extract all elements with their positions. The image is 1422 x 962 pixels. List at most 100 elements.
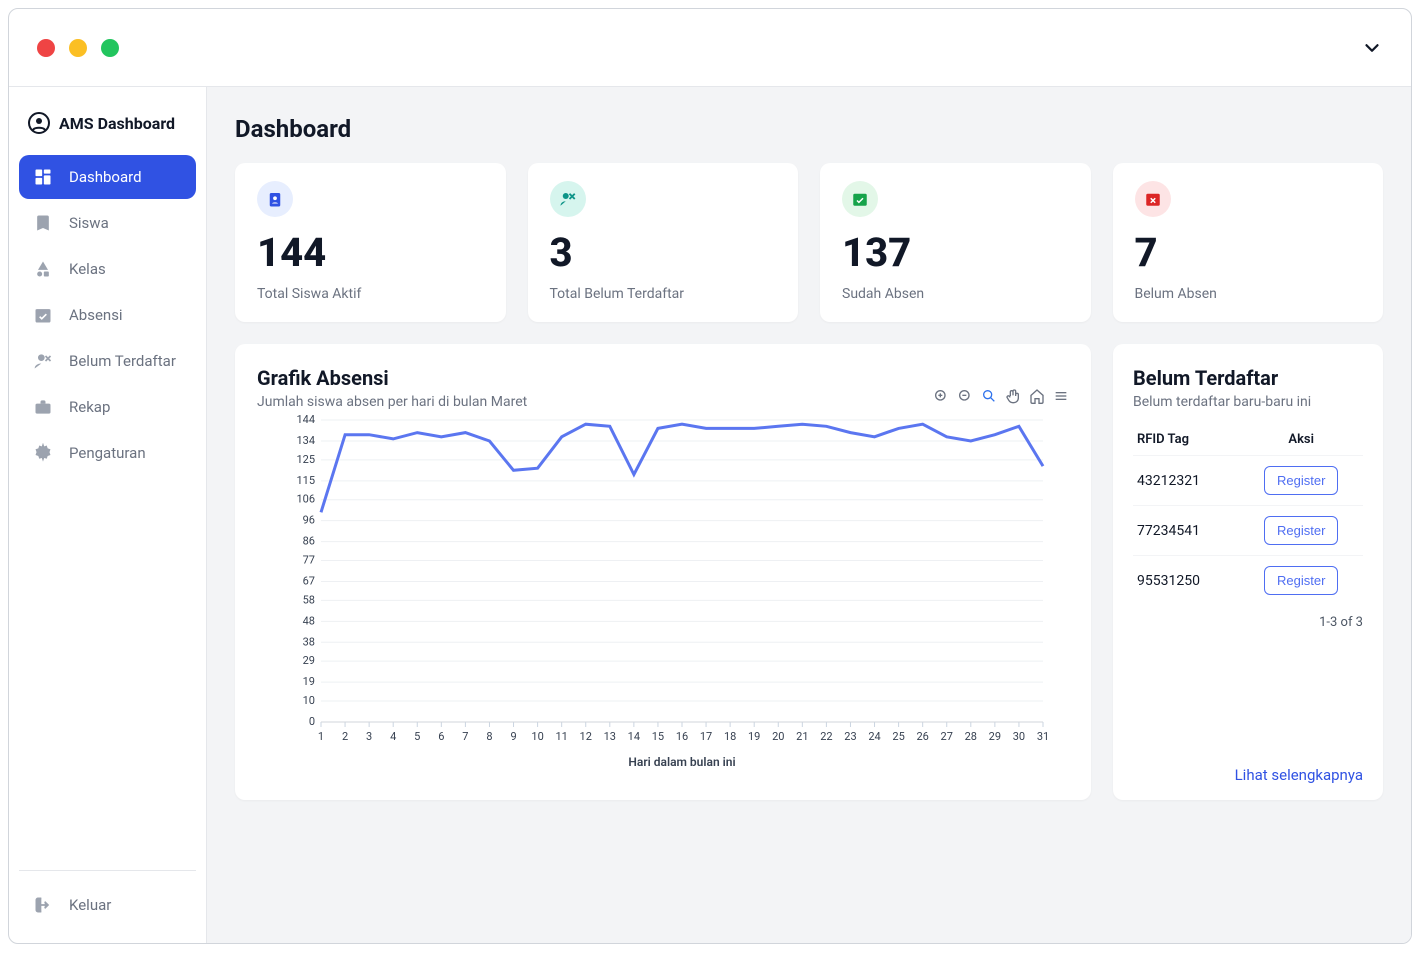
stat-label: Belum Absen	[1135, 286, 1362, 302]
search-icon[interactable]	[981, 388, 997, 404]
student-icon	[33, 213, 53, 233]
badge-icon	[257, 181, 293, 217]
logout-icon	[33, 895, 53, 915]
svg-text:38: 38	[303, 635, 315, 648]
svg-text:11: 11	[555, 730, 567, 743]
stat-value: 137	[842, 229, 1069, 276]
sidebar: AMS Dashboard Dashboard Siswa Kelas Abs	[9, 87, 207, 943]
svg-text:7: 7	[462, 730, 468, 743]
chart-title: Grafik Absensi	[257, 366, 1069, 390]
svg-text:58: 58	[303, 593, 315, 606]
svg-text:77: 77	[303, 554, 315, 567]
svg-text:1: 1	[318, 730, 324, 743]
svg-text:24: 24	[868, 730, 880, 743]
menu-icon[interactable]	[1053, 388, 1069, 404]
svg-text:86: 86	[303, 535, 315, 548]
svg-text:29: 29	[303, 654, 315, 667]
table-pager: 1-3 of 3	[1133, 615, 1363, 630]
register-button[interactable]: Register	[1264, 466, 1338, 495]
svg-text:17: 17	[700, 730, 712, 743]
svg-text:26: 26	[916, 730, 928, 743]
rfid-tag: 95531250	[1133, 556, 1239, 606]
logout-label: Keluar	[69, 896, 111, 914]
brand-name: AMS Dashboard	[59, 114, 175, 133]
svg-text:14: 14	[628, 730, 640, 743]
see-more-link[interactable]: Lihat selengkapnya	[1235, 766, 1363, 784]
register-button[interactable]: Register	[1264, 516, 1338, 545]
unreg-subtitle: Belum terdaftar baru-baru ini	[1133, 394, 1363, 410]
sidebar-item-absensi[interactable]: Absensi	[19, 293, 196, 337]
sidebar-item-label: Siswa	[69, 214, 109, 232]
stat-label: Total Siswa Aktif	[257, 286, 484, 302]
svg-text:12: 12	[580, 730, 592, 743]
zoom-in-icon[interactable]	[933, 388, 949, 404]
stat-value: 7	[1135, 229, 1362, 276]
svg-text:28: 28	[965, 730, 977, 743]
svg-text:134: 134	[296, 434, 315, 447]
sidebar-divider	[19, 870, 196, 871]
svg-text:19: 19	[303, 675, 315, 688]
svg-text:3: 3	[366, 730, 372, 743]
table-row: 77234541 Register	[1133, 506, 1363, 556]
svg-text:30: 30	[1013, 730, 1025, 743]
gear-icon	[33, 443, 53, 463]
sidebar-item-siswa[interactable]: Siswa	[19, 201, 196, 245]
logout-button[interactable]: Keluar	[19, 885, 196, 925]
sidebar-item-label: Belum Terdaftar	[69, 352, 176, 370]
sidebar-item-rekap[interactable]: Rekap	[19, 385, 196, 429]
unregistered-icon	[550, 181, 586, 217]
table-row: 95531250 Register	[1133, 556, 1363, 606]
calendar-check-icon	[33, 305, 53, 325]
svg-text:19: 19	[748, 730, 760, 743]
svg-text:106: 106	[296, 493, 315, 506]
calendar-x-icon	[1135, 181, 1171, 217]
sidebar-item-belum-terdaftar[interactable]: Belum Terdaftar	[19, 339, 196, 383]
home-icon[interactable]	[1029, 388, 1045, 404]
pan-icon[interactable]	[1005, 388, 1021, 404]
stat-card-belum-absen: 7 Belum Absen	[1113, 163, 1384, 322]
svg-text:5: 5	[414, 730, 420, 743]
svg-text:16: 16	[676, 730, 688, 743]
svg-text:4: 4	[390, 730, 396, 743]
svg-text:8: 8	[486, 730, 492, 743]
sidebar-item-dashboard[interactable]: Dashboard	[19, 155, 196, 199]
main-content: Dashboard 144 Total Siswa Aktif 3 Total …	[207, 87, 1411, 943]
sidebar-nav: Dashboard Siswa Kelas Absensi Belum Terd…	[19, 155, 196, 475]
sidebar-item-label: Absensi	[69, 306, 123, 324]
sidebar-item-label: Kelas	[69, 260, 106, 278]
briefcase-icon	[33, 397, 53, 417]
svg-text:2: 2	[342, 730, 348, 743]
chevron-down-icon[interactable]	[1361, 37, 1383, 59]
svg-text:6: 6	[438, 730, 444, 743]
register-button[interactable]: Register	[1264, 566, 1338, 595]
sidebar-item-label: Rekap	[69, 398, 110, 416]
sidebar-item-label: Pengaturan	[69, 444, 146, 462]
svg-text:20: 20	[772, 730, 784, 743]
maximize-window-icon[interactable]	[101, 39, 119, 57]
svg-text:15: 15	[652, 730, 664, 743]
svg-text:48: 48	[303, 614, 315, 627]
close-window-icon[interactable]	[37, 39, 55, 57]
chart-card: Grafik Absensi Jumlah siswa absen per ha…	[235, 344, 1091, 800]
stat-value: 144	[257, 229, 484, 276]
svg-text:22: 22	[820, 730, 832, 743]
sidebar-item-pengaturan[interactable]: Pengaturan	[19, 431, 196, 475]
svg-text:144: 144	[296, 413, 315, 426]
class-icon	[33, 259, 53, 279]
svg-text:25: 25	[892, 730, 904, 743]
sidebar-item-kelas[interactable]: Kelas	[19, 247, 196, 291]
sidebar-item-label: Dashboard	[69, 168, 142, 186]
zoom-out-icon[interactable]	[957, 388, 973, 404]
see-more: Lihat selengkapnya	[1133, 749, 1363, 784]
svg-text:21: 21	[796, 730, 808, 743]
stat-label: Total Belum Terdaftar	[550, 286, 777, 302]
rfid-tag: 77234541	[1133, 506, 1239, 556]
stat-label: Sudah Absen	[842, 286, 1069, 302]
minimize-window-icon[interactable]	[69, 39, 87, 57]
svg-text:96: 96	[303, 514, 315, 527]
table-row: 43212321 Register	[1133, 456, 1363, 506]
stat-value: 3	[550, 229, 777, 276]
svg-text:0: 0	[309, 715, 315, 728]
traffic-lights	[37, 39, 119, 57]
svg-text:23: 23	[844, 730, 856, 743]
